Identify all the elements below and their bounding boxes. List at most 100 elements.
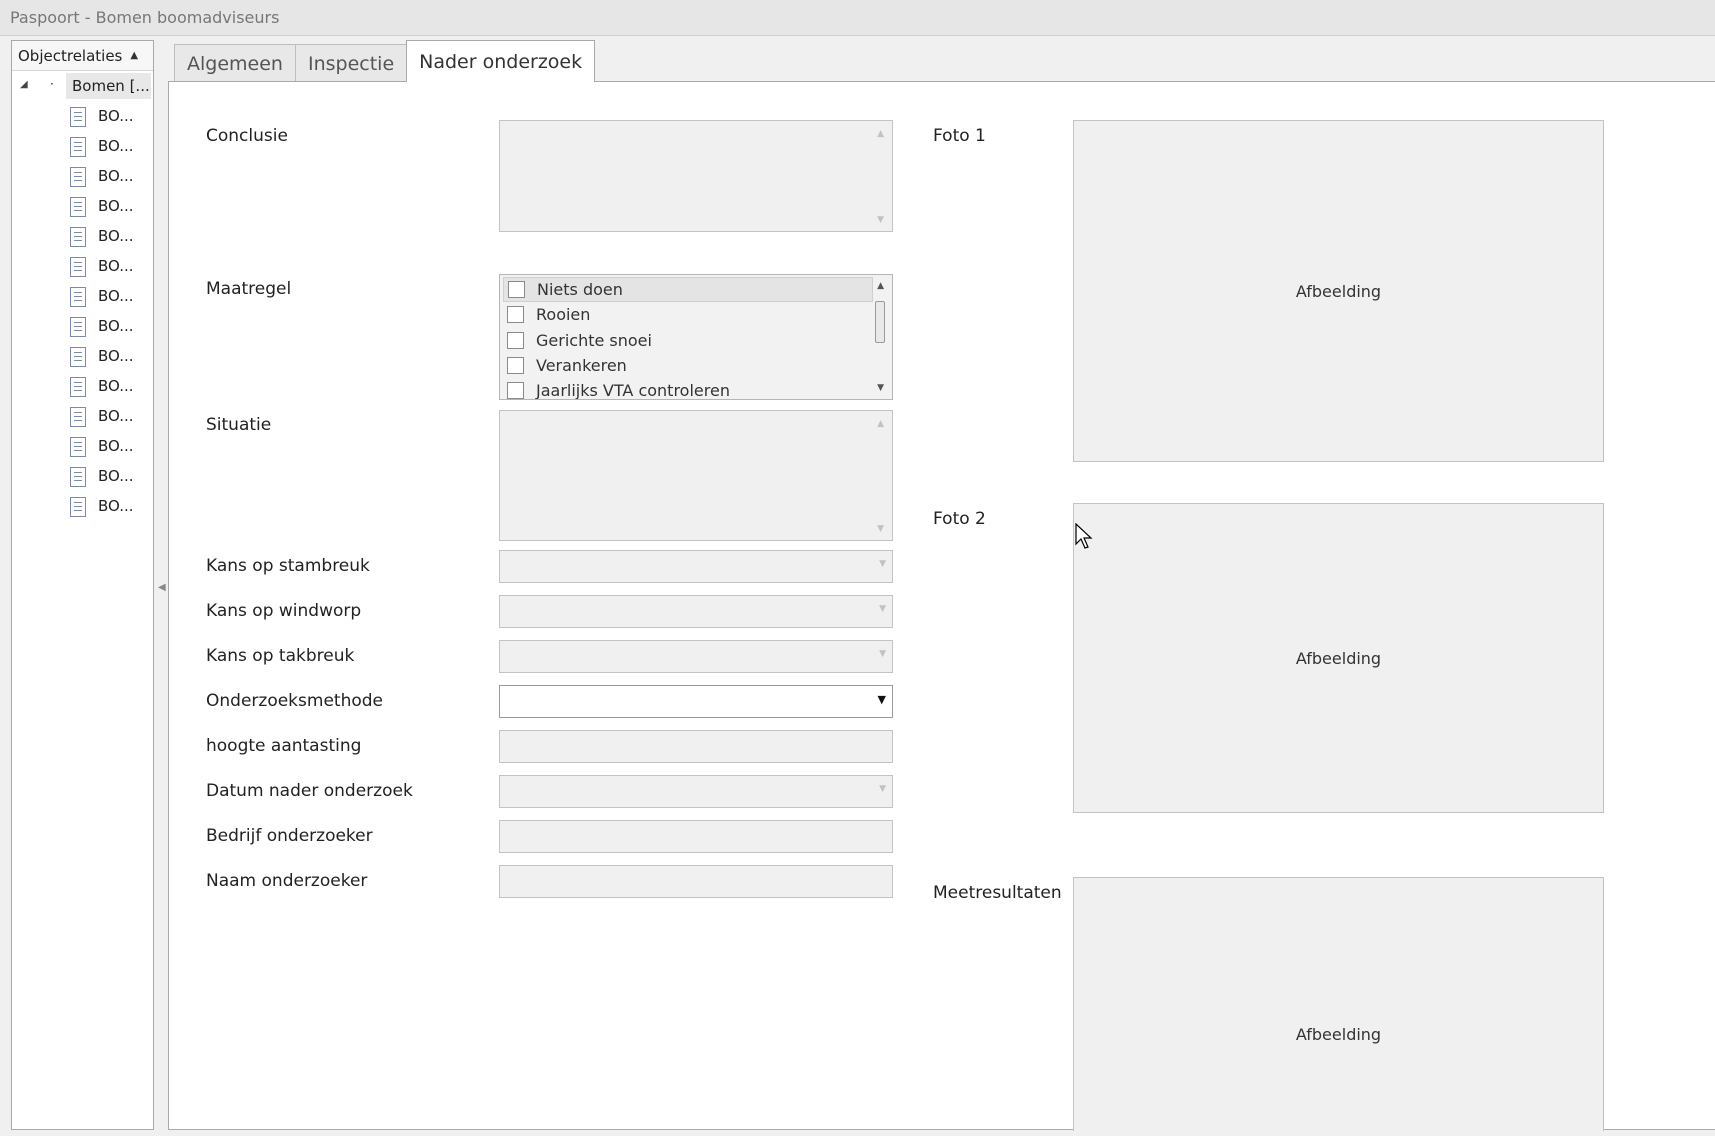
image-placeholder: Afbeelding <box>1295 281 1382 301</box>
naam-onderzoeker-input[interactable] <box>499 865 893 898</box>
scroll-down-icon[interactable]: ▼ <box>877 383 884 393</box>
checkbox[interactable] <box>507 357 524 374</box>
maatregel-option-rooien[interactable]: Rooien <box>503 302 873 327</box>
datum-nader-onderzoek-picker[interactable]: ▼ <box>499 775 893 808</box>
chevron-down-icon[interactable]: ▼ <box>879 559 886 569</box>
maatregel-option-gerichte-snoei[interactable]: Gerichte snoei <box>503 328 873 353</box>
checkbox[interactable] <box>507 306 524 323</box>
document-icon <box>70 497 86 517</box>
conclusie-label: Conclusie <box>206 126 288 146</box>
checkbox[interactable] <box>507 332 524 349</box>
maatregel-label: Maatregel <box>206 279 292 299</box>
checkbox[interactable] <box>507 382 524 399</box>
kans-windworp-select[interactable]: ▼ <box>499 595 893 628</box>
conclusie-field[interactable]: ▲ ▼ <box>499 120 893 232</box>
object-relations-panel: Objectrelaties ▲ ◢ · Bomen [... BO... BO.… <box>11 40 154 1130</box>
kans-windworp-label: Kans op windworp <box>206 601 362 621</box>
window-title: Paspoort - Bomen boomadviseurs <box>0 0 1715 36</box>
tree-item[interactable]: BO... <box>12 311 153 341</box>
maatregel-option-niets-doen[interactable]: Niets doen <box>503 277 873 302</box>
tree-item-label: BO... <box>98 167 134 185</box>
maatregel-option-verankeren[interactable]: Verankeren <box>503 353 873 378</box>
tree-item-label: BO... <box>98 437 134 455</box>
document-icon <box>70 287 86 307</box>
naam-onderzoeker-label: Naam onderzoeker <box>206 871 368 891</box>
object-relations-title: Objectrelaties <box>18 46 123 65</box>
hoogte-aantasting-label: hoogte aantasting <box>206 736 362 756</box>
tree-root-bomen[interactable]: ◢ · Bomen [... <box>12 71 153 101</box>
scrollbar-thumb[interactable] <box>875 301 885 343</box>
document-icon <box>70 377 86 397</box>
scroll-up-icon[interactable]: ▲ <box>877 419 884 429</box>
maatregel-checklist[interactable]: Niets doen Rooien Gerichte snoei Veranke… <box>499 274 893 400</box>
document-icon <box>70 137 86 157</box>
kans-stambreuk-select[interactable]: ▼ <box>499 550 893 583</box>
chevron-down-icon[interactable]: ▼ <box>878 693 886 706</box>
tree-item-label: BO... <box>98 467 134 485</box>
document-icon <box>70 197 86 217</box>
tree-item-label: BO... <box>98 227 134 245</box>
collapse-icon[interactable]: ◢ <box>20 79 28 90</box>
chevron-down-icon[interactable]: ▼ <box>879 784 886 794</box>
checkbox[interactable] <box>508 281 525 298</box>
bedrijf-onderzoeker-input[interactable] <box>499 820 893 853</box>
tree-item[interactable]: BO... <box>12 281 153 311</box>
tree-item-label: BO... <box>98 257 134 275</box>
hoogte-aantasting-input[interactable] <box>499 730 893 763</box>
tree-item-label: BO... <box>98 197 134 215</box>
scroll-up-icon[interactable]: ▲ <box>877 129 884 139</box>
scroll-down-icon[interactable]: ▼ <box>877 215 884 225</box>
tab-strip: Algemeen Inspectie Nader onderzoek <box>174 40 596 82</box>
tree-item-label: BO... <box>98 497 134 515</box>
chevron-down-icon[interactable]: ▼ <box>879 649 886 659</box>
document-icon <box>70 317 86 337</box>
tree-item[interactable]: BO... <box>12 101 153 131</box>
tree-item-label: BO... <box>98 137 134 155</box>
foto2-image[interactable]: Afbeelding <box>1073 503 1604 813</box>
chevron-down-icon[interactable]: ▼ <box>879 604 886 614</box>
option-label: Rooien <box>536 305 591 324</box>
option-label: Gerichte snoei <box>536 331 652 350</box>
tree-node-dot-icon: · <box>50 77 54 91</box>
collapse-panel-arrow-icon[interactable]: ◀ <box>158 582 166 593</box>
sort-ascending-icon: ▲ <box>130 50 139 61</box>
tab-algemeen[interactable]: Algemeen <box>174 44 296 82</box>
datum-nader-onderzoek-label: Datum nader onderzoek <box>206 781 413 801</box>
tree-item[interactable]: BO... <box>12 341 153 371</box>
meetresultaten-image[interactable]: Afbeelding <box>1073 877 1604 1131</box>
object-relations-header[interactable]: Objectrelaties ▲ <box>12 41 153 71</box>
scroll-down-icon[interactable]: ▼ <box>877 524 884 534</box>
mouse-cursor-icon <box>1075 523 1093 549</box>
scroll-up-icon[interactable]: ▲ <box>877 281 884 291</box>
document-icon <box>70 407 86 427</box>
meetresultaten-label: Meetresultaten <box>933 883 1062 903</box>
option-label: Niets doen <box>537 280 623 299</box>
situatie-field[interactable]: ▲ ▼ <box>499 410 893 541</box>
document-icon <box>70 227 86 247</box>
tree-item[interactable]: BO... <box>12 401 153 431</box>
onderzoeksmethode-select[interactable]: ▼ <box>499 685 893 718</box>
tree-item[interactable]: BO... <box>12 131 153 161</box>
tab-nader-onderzoek[interactable]: Nader onderzoek <box>406 40 596 82</box>
document-icon <box>70 347 86 367</box>
image-placeholder: Afbeelding <box>1295 1025 1382 1044</box>
tree-item-label: BO... <box>98 377 134 395</box>
foto1-image[interactable]: Afbeelding <box>1073 120 1604 462</box>
tree-item-label: BO... <box>98 317 134 335</box>
tab-inspectie[interactable]: Inspectie <box>294 44 408 82</box>
tree-item[interactable]: BO... <box>12 161 153 191</box>
tree-item[interactable]: BO... <box>12 461 153 491</box>
tree-item[interactable]: BO... <box>12 371 153 401</box>
document-icon <box>70 167 86 187</box>
tree-item-label: BO... <box>98 407 134 425</box>
tree-item[interactable]: BO... <box>12 431 153 461</box>
kans-stambreuk-label: Kans op stambreuk <box>206 556 370 576</box>
tree-item[interactable]: BO... <box>12 491 153 521</box>
tree-item[interactable]: BO... <box>12 251 153 281</box>
tree-item[interactable]: BO... <box>12 221 153 251</box>
tree-item[interactable]: BO... <box>12 191 153 221</box>
kans-takbreuk-select[interactable]: ▼ <box>499 640 893 673</box>
maatregel-option-jaarlijks-vta[interactable]: Jaarlijks VTA controleren <box>503 378 873 399</box>
tree-root-label: Bomen [... <box>66 73 151 99</box>
tab-content-nader-onderzoek: Conclusie ▲ ▼ Maatregel Niets doen Rooie… <box>168 81 1715 1131</box>
